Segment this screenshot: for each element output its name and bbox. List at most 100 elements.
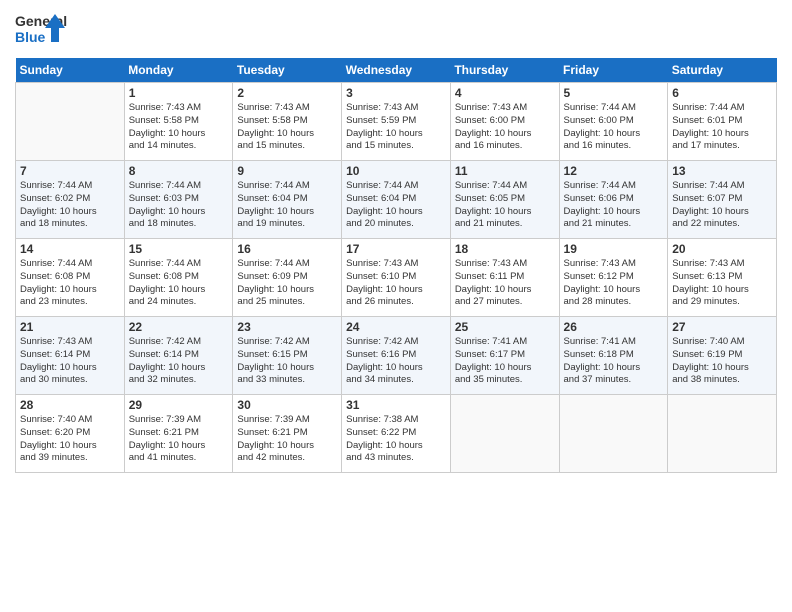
day-number: 3: [346, 86, 446, 100]
day-number: 28: [20, 398, 120, 412]
day-cell: 30 Sunrise: 7:39 AM Sunset: 6:21 PM Dayli…: [233, 395, 342, 473]
day-number: 21: [20, 320, 120, 334]
svg-text:Blue: Blue: [15, 29, 46, 45]
day-cell: [559, 395, 668, 473]
day-cell: 28 Sunrise: 7:40 AM Sunset: 6:20 PM Dayli…: [16, 395, 125, 473]
day-cell: 15 Sunrise: 7:44 AM Sunset: 6:08 PM Dayli…: [124, 239, 233, 317]
day-number: 16: [237, 242, 337, 256]
day-cell: 7 Sunrise: 7:44 AM Sunset: 6:02 PM Daylig…: [16, 161, 125, 239]
day-info: Sunrise: 7:39 AM Sunset: 6:21 PM Dayligh…: [237, 414, 337, 465]
day-info: Sunrise: 7:43 AM Sunset: 5:58 PM Dayligh…: [129, 102, 229, 153]
day-number: 5: [564, 86, 664, 100]
day-info: Sunrise: 7:43 AM Sunset: 6:13 PM Dayligh…: [672, 258, 772, 309]
day-info: Sunrise: 7:43 AM Sunset: 6:12 PM Dayligh…: [564, 258, 664, 309]
day-cell: 21 Sunrise: 7:43 AM Sunset: 6:14 PM Dayli…: [16, 317, 125, 395]
day-cell: 10 Sunrise: 7:44 AM Sunset: 6:04 PM Dayli…: [342, 161, 451, 239]
day-number: 31: [346, 398, 446, 412]
col-header-sunday: Sunday: [16, 58, 125, 83]
day-cell: 6 Sunrise: 7:44 AM Sunset: 6:01 PM Daylig…: [668, 83, 777, 161]
day-info: Sunrise: 7:43 AM Sunset: 5:58 PM Dayligh…: [237, 102, 337, 153]
calendar-table: SundayMondayTuesdayWednesdayThursdayFrid…: [15, 58, 777, 473]
logo: GeneralBlue: [15, 10, 67, 50]
col-header-saturday: Saturday: [668, 58, 777, 83]
day-info: Sunrise: 7:44 AM Sunset: 6:05 PM Dayligh…: [455, 180, 555, 231]
day-number: 23: [237, 320, 337, 334]
day-number: 29: [129, 398, 229, 412]
day-info: Sunrise: 7:44 AM Sunset: 6:02 PM Dayligh…: [20, 180, 120, 231]
day-info: Sunrise: 7:43 AM Sunset: 5:59 PM Dayligh…: [346, 102, 446, 153]
day-number: 25: [455, 320, 555, 334]
day-number: 9: [237, 164, 337, 178]
logo-svg: GeneralBlue: [15, 10, 67, 50]
week-row-0: 1 Sunrise: 7:43 AM Sunset: 5:58 PM Daylig…: [16, 83, 777, 161]
day-cell: 23 Sunrise: 7:42 AM Sunset: 6:15 PM Dayli…: [233, 317, 342, 395]
day-cell: 3 Sunrise: 7:43 AM Sunset: 5:59 PM Daylig…: [342, 83, 451, 161]
day-cell: 19 Sunrise: 7:43 AM Sunset: 6:12 PM Dayli…: [559, 239, 668, 317]
week-row-4: 28 Sunrise: 7:40 AM Sunset: 6:20 PM Dayli…: [16, 395, 777, 473]
day-info: Sunrise: 7:41 AM Sunset: 6:17 PM Dayligh…: [455, 336, 555, 387]
day-cell: 17 Sunrise: 7:43 AM Sunset: 6:10 PM Dayli…: [342, 239, 451, 317]
day-cell: [450, 395, 559, 473]
day-info: Sunrise: 7:43 AM Sunset: 6:14 PM Dayligh…: [20, 336, 120, 387]
day-number: 15: [129, 242, 229, 256]
day-info: Sunrise: 7:44 AM Sunset: 6:08 PM Dayligh…: [129, 258, 229, 309]
day-number: 30: [237, 398, 337, 412]
day-cell: 20 Sunrise: 7:43 AM Sunset: 6:13 PM Dayli…: [668, 239, 777, 317]
day-info: Sunrise: 7:44 AM Sunset: 6:04 PM Dayligh…: [237, 180, 337, 231]
day-number: 22: [129, 320, 229, 334]
day-number: 2: [237, 86, 337, 100]
day-cell: 22 Sunrise: 7:42 AM Sunset: 6:14 PM Dayli…: [124, 317, 233, 395]
day-info: Sunrise: 7:39 AM Sunset: 6:21 PM Dayligh…: [129, 414, 229, 465]
day-number: 20: [672, 242, 772, 256]
day-cell: 9 Sunrise: 7:44 AM Sunset: 6:04 PM Daylig…: [233, 161, 342, 239]
day-info: Sunrise: 7:42 AM Sunset: 6:14 PM Dayligh…: [129, 336, 229, 387]
day-number: 27: [672, 320, 772, 334]
col-header-friday: Friday: [559, 58, 668, 83]
col-header-wednesday: Wednesday: [342, 58, 451, 83]
week-row-3: 21 Sunrise: 7:43 AM Sunset: 6:14 PM Dayli…: [16, 317, 777, 395]
day-cell: 2 Sunrise: 7:43 AM Sunset: 5:58 PM Daylig…: [233, 83, 342, 161]
col-header-monday: Monday: [124, 58, 233, 83]
header: GeneralBlue: [15, 10, 777, 50]
day-info: Sunrise: 7:38 AM Sunset: 6:22 PM Dayligh…: [346, 414, 446, 465]
day-number: 17: [346, 242, 446, 256]
day-cell: 14Sunrise: 7:44 AM Sunset: 6:08 PM Dayli…: [16, 239, 125, 317]
day-number: 6: [672, 86, 772, 100]
day-cell: 31 Sunrise: 7:38 AM Sunset: 6:22 PM Dayli…: [342, 395, 451, 473]
day-info: Sunrise: 7:44 AM Sunset: 6:09 PM Dayligh…: [237, 258, 337, 309]
day-info: Sunrise: 7:44 AM Sunset: 6:03 PM Dayligh…: [129, 180, 229, 231]
day-number: 18: [455, 242, 555, 256]
day-cell: [668, 395, 777, 473]
day-info: Sunrise: 7:44 AM Sunset: 6:01 PM Dayligh…: [672, 102, 772, 153]
day-number: 8: [129, 164, 229, 178]
day-info: Sunrise: 7:41 AM Sunset: 6:18 PM Dayligh…: [564, 336, 664, 387]
day-number: 13: [672, 164, 772, 178]
day-cell: 27 Sunrise: 7:40 AM Sunset: 6:19 PM Dayli…: [668, 317, 777, 395]
day-cell: 4Sunrise: 7:43 AM Sunset: 6:00 PM Daylig…: [450, 83, 559, 161]
day-number: 1: [129, 86, 229, 100]
day-info: Sunrise: 7:40 AM Sunset: 6:20 PM Dayligh…: [20, 414, 120, 465]
day-cell: 12 Sunrise: 7:44 AM Sunset: 6:06 PM Dayli…: [559, 161, 668, 239]
day-number: 7: [20, 164, 120, 178]
day-info: Sunrise: 7:43 AM Sunset: 6:10 PM Dayligh…: [346, 258, 446, 309]
day-number: 12: [564, 164, 664, 178]
day-info: Sunrise: 7:43 AM Sunset: 6:00 PM Dayligh…: [455, 102, 555, 153]
day-number: 10: [346, 164, 446, 178]
page: GeneralBlue SundayMondayTuesdayWednesday…: [0, 0, 792, 612]
day-cell: 1 Sunrise: 7:43 AM Sunset: 5:58 PM Daylig…: [124, 83, 233, 161]
day-number: 19: [564, 242, 664, 256]
day-info: Sunrise: 7:44 AM Sunset: 6:07 PM Dayligh…: [672, 180, 772, 231]
day-cell: 29 Sunrise: 7:39 AM Sunset: 6:21 PM Dayli…: [124, 395, 233, 473]
day-number: 11: [455, 164, 555, 178]
day-info: Sunrise: 7:40 AM Sunset: 6:19 PM Dayligh…: [672, 336, 772, 387]
day-info: Sunrise: 7:42 AM Sunset: 6:15 PM Dayligh…: [237, 336, 337, 387]
col-header-thursday: Thursday: [450, 58, 559, 83]
day-info: Sunrise: 7:44 AM Sunset: 6:06 PM Dayligh…: [564, 180, 664, 231]
day-cell: 16 Sunrise: 7:44 AM Sunset: 6:09 PM Dayli…: [233, 239, 342, 317]
day-number: 14: [20, 242, 120, 256]
day-info: Sunrise: 7:44 AM Sunset: 6:00 PM Dayligh…: [564, 102, 664, 153]
day-info: Sunrise: 7:44 AM Sunset: 6:04 PM Dayligh…: [346, 180, 446, 231]
week-row-2: 14 Sunrise: 7:44 AM Sunset: 6:08 PM Dayli…: [16, 239, 777, 317]
day-info: Sunrise: 7:42 AM Sunset: 6:16 PM Dayligh…: [346, 336, 446, 387]
day-number: 26: [564, 320, 664, 334]
